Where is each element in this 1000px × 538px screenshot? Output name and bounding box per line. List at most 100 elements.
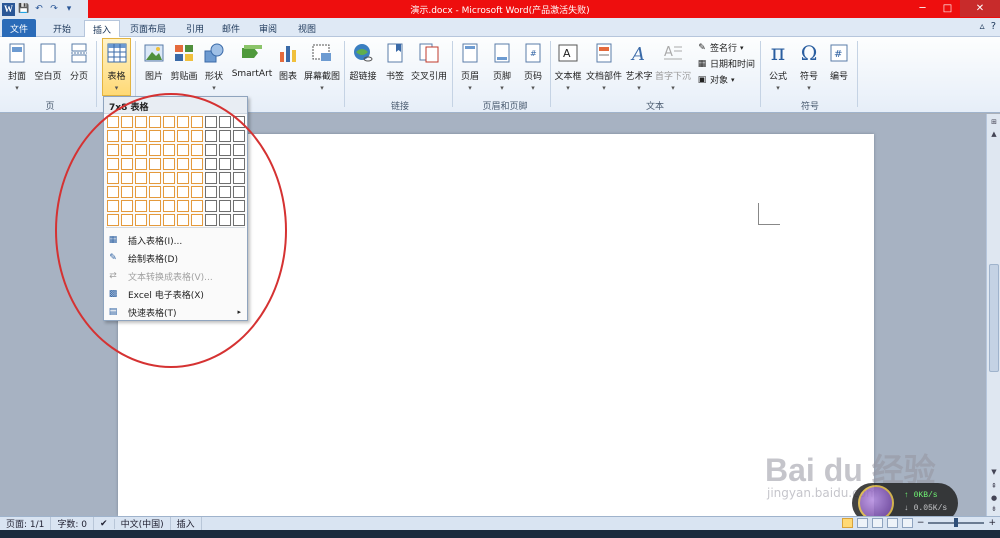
blank-page-button[interactable]: 空白页	[33, 39, 63, 95]
full-screen-reading-icon[interactable]	[856, 518, 868, 528]
group-label-text: 文本	[645, 102, 664, 112]
number-icon: #	[828, 41, 850, 65]
wordart-icon: A	[628, 41, 650, 65]
blank-page-label: 空白页	[34, 72, 62, 82]
quick-parts-icon	[593, 41, 615, 65]
scrollbar-thumb[interactable]	[989, 264, 999, 372]
signature-line-button[interactable]: ✎ 签名行 ▾	[697, 41, 743, 55]
zoom-slider[interactable]	[928, 518, 985, 527]
prev-page-icon[interactable]: ⇞	[989, 482, 999, 492]
picture-button[interactable]: 图片	[141, 39, 167, 95]
group-label-links: 链接	[390, 102, 409, 112]
word-count[interactable]: 字数: 0	[51, 517, 95, 530]
cross-reference-icon	[418, 41, 440, 65]
number-label: 编号	[829, 72, 848, 82]
drop-cap-button[interactable]: A 首字下沉 ▾	[655, 39, 691, 95]
table-button[interactable]: 表格 ▾	[102, 38, 131, 96]
zoom-slider-knob[interactable]	[954, 518, 959, 527]
group-label-symbols: 符号	[800, 102, 819, 112]
tab-view[interactable]: 视图	[290, 20, 324, 37]
group-label-pages: 页	[45, 102, 55, 112]
signature-icon: ✎	[698, 42, 706, 53]
chevron-down-icon: ▾	[807, 84, 811, 92]
textbox-button[interactable]: A 文本框 ▾	[553, 39, 583, 95]
chevron-down-icon: ▾	[320, 84, 324, 92]
browse-object-icon[interactable]: ●	[989, 494, 999, 504]
clipart-button[interactable]: 剪贴画	[170, 39, 198, 95]
tab-mailings[interactable]: 邮件	[214, 20, 248, 37]
cover-page-button[interactable]: 封面 ▾	[4, 39, 30, 95]
chevron-down-icon: ▾	[212, 84, 216, 92]
clipart-label: 剪贴画	[170, 72, 198, 82]
minimize-button[interactable]: ─	[910, 0, 935, 17]
tab-insert[interactable]: 插入	[84, 20, 121, 38]
object-icon: ▣	[697, 74, 707, 85]
chart-button[interactable]: 图表	[276, 39, 300, 95]
page-count[interactable]: 页面: 1/1	[0, 517, 52, 530]
picture-label: 图片	[144, 72, 163, 82]
ribbon-collapse-icon[interactable]: ▵	[980, 21, 985, 32]
screenshot-label: 屏幕截图	[303, 72, 340, 82]
svg-text:A: A	[563, 47, 571, 60]
title-bar: W 💾 ↶ ↷ ▾ 演示.docx - Microsoft Word(产品激活失…	[0, 0, 1000, 18]
header-button[interactable]: 页眉 ▾	[457, 39, 483, 95]
svg-text:#: #	[834, 49, 842, 60]
object-button[interactable]: ▣ 对象 ▾	[697, 73, 735, 87]
proofing-icon[interactable]: ✔	[94, 518, 115, 529]
print-layout-view-icon[interactable]	[841, 518, 853, 528]
cross-reference-button[interactable]: 交叉引用	[410, 39, 448, 95]
tab-file[interactable]: 文件	[2, 19, 37, 37]
date-time-button[interactable]: ▦ 日期和时间	[697, 57, 755, 71]
table-icon	[106, 41, 128, 65]
smartart-button[interactable]: SmartArt	[231, 39, 273, 95]
draft-view-icon[interactable]	[901, 518, 913, 528]
svg-text:A: A	[630, 44, 645, 63]
close-button[interactable]: ✕	[960, 0, 1000, 17]
ruler-toggle-icon[interactable]: ⊞	[989, 118, 999, 128]
help-icon[interactable]: ?	[991, 21, 996, 32]
footer-button[interactable]: 页脚 ▾	[489, 39, 515, 95]
hyperlink-button[interactable]: 超链接	[348, 39, 378, 95]
zoom-in-icon[interactable]: +	[988, 518, 996, 528]
outline-view-icon[interactable]	[886, 518, 898, 528]
zoom-out-icon[interactable]: −	[917, 518, 925, 528]
quick-parts-label: 文档部件	[585, 72, 622, 82]
bookmark-button[interactable]: 书签	[382, 39, 408, 95]
tab-references[interactable]: 引用	[178, 20, 212, 37]
language-status[interactable]: 中文(中国)	[115, 517, 171, 530]
number-button[interactable]: # 编号	[826, 39, 852, 95]
picture-icon	[143, 41, 165, 65]
pi-icon: π	[770, 40, 786, 66]
cross-reference-label: 交叉引用	[410, 72, 447, 82]
svg-text:A: A	[664, 45, 673, 60]
tab-review[interactable]: 审阅	[251, 20, 285, 37]
object-label: 对象	[710, 76, 729, 86]
next-page-icon[interactable]: ⇟	[989, 505, 999, 515]
page-number-button[interactable]: # 页码 ▾	[520, 39, 546, 95]
chart-icon	[277, 41, 299, 65]
symbol-button[interactable]: Ω 符号 ▾	[795, 39, 823, 95]
help-area: ▵ ?	[980, 21, 996, 32]
calendar-icon: ▦	[697, 58, 707, 69]
insert-mode-status[interactable]: 插入	[171, 517, 202, 530]
web-layout-icon[interactable]	[871, 518, 883, 528]
quick-parts-button[interactable]: 文档部件 ▾	[585, 39, 623, 95]
wordart-button[interactable]: A 艺术字 ▾	[625, 39, 653, 95]
scroll-down-icon[interactable]: ▼	[989, 468, 999, 478]
page-number-icon: #	[522, 41, 544, 65]
tab-page-layout[interactable]: 页面布局	[122, 20, 174, 37]
chevron-down-icon: ▾	[602, 84, 606, 92]
maximize-button[interactable]: □	[935, 0, 960, 17]
page-number-label: 页码	[523, 72, 542, 82]
screenshot-button[interactable]: 屏幕截图 ▾	[303, 39, 341, 95]
shapes-button[interactable]: 形状 ▾	[202, 39, 226, 95]
equation-button[interactable]: π 公式 ▾	[764, 39, 792, 95]
smartart-label: SmartArt	[231, 69, 273, 79]
page-break-button[interactable]: 分页	[66, 39, 92, 95]
margin-corner-mark	[758, 203, 780, 225]
shapes-icon	[203, 41, 225, 65]
page-break-label: 分页	[69, 72, 88, 82]
scroll-up-icon[interactable]: ▲	[989, 130, 999, 140]
tab-home[interactable]: 开始	[45, 20, 79, 37]
vertical-scrollbar[interactable]: ⊞ ▲ ▼ ⇞ ● ⇟	[986, 114, 1000, 516]
